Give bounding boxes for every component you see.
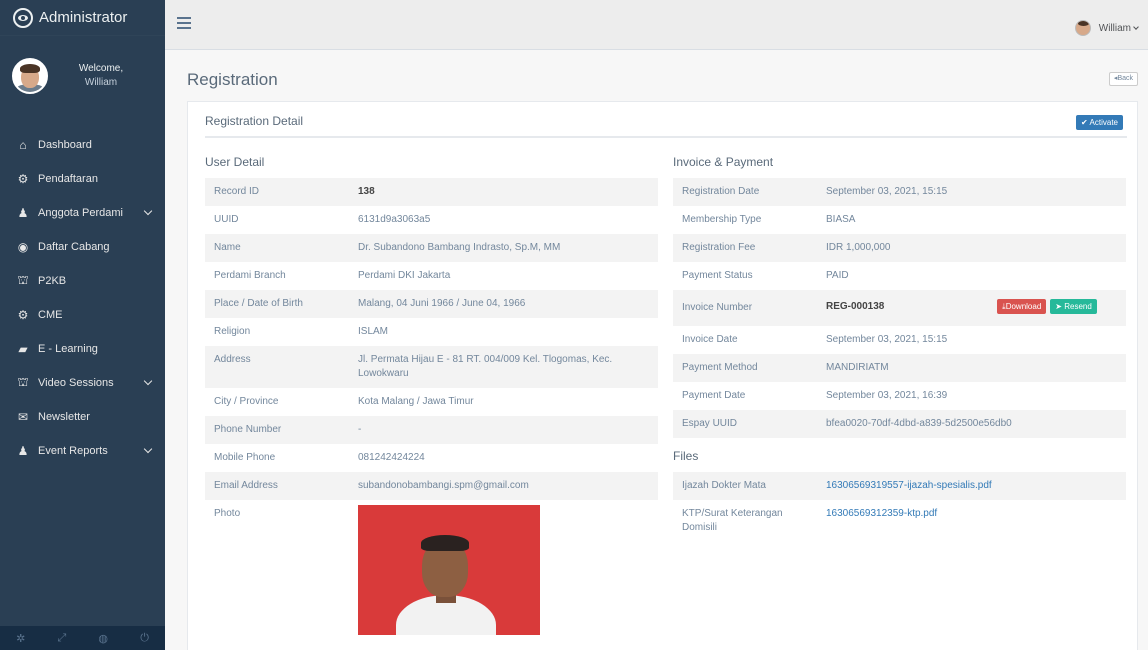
invoice-table: Registration Date September 03, 2021, 15:… xyxy=(673,178,1126,438)
sidebar-item-anggota-perdami[interactable]: ♟ Anggota Perdami xyxy=(0,196,165,230)
welcome-text: Welcome, xyxy=(78,63,124,74)
sidebar-nav: ⌂ Dashboard ⚙ Pendaftaran ♟ Anggota Perd… xyxy=(0,128,165,468)
invoice-number: REG-000138 xyxy=(826,301,885,312)
table-row: Place / Date of Birth Malang, 04 Juni 196… xyxy=(205,290,658,318)
user-icon: ♟ xyxy=(17,206,29,220)
table-row: Payment Status PAID xyxy=(682,270,849,281)
table-row: Mobile Phone 081242424224 xyxy=(214,452,425,463)
table-row: Photo xyxy=(205,500,658,642)
back-button[interactable]: ◂Back xyxy=(1108,72,1138,86)
settings-icon[interactable]: ✲ xyxy=(16,632,25,645)
sidebar-item-label: Pendaftaran xyxy=(38,173,98,185)
power-icon[interactable]: ⏻ xyxy=(140,632,149,645)
home-icon: ⌂ xyxy=(19,138,27,152)
table-row: Invoice Number REG-000138 ⤓Download ➤ Res… xyxy=(673,290,1126,326)
sidebar-item-dashboard[interactable]: ⌂ Dashboard xyxy=(0,128,165,162)
user-detail-table: Record ID 138 UUID 6131d9a3063a5 Name Dr. S… xyxy=(205,178,658,642)
eye-icon xyxy=(13,7,33,28)
menu-toggle-icon[interactable] xyxy=(177,17,191,29)
sidebar-item-event-reports[interactable]: ♟ Event Reports xyxy=(0,434,165,468)
section-title: User Detail xyxy=(205,155,265,169)
page-title: Registration xyxy=(187,70,278,89)
globe-icon: ◉ xyxy=(17,240,29,254)
sidebar-item-label: Anggota Perdami xyxy=(38,207,123,219)
resend-button[interactable]: ➤ Resend xyxy=(1050,299,1097,314)
table-row: Record ID 138 xyxy=(205,178,658,206)
envelope-icon: ✉ xyxy=(17,410,29,424)
table-row: Address Jl. Permata Hijau E - 81 RT. 004/… xyxy=(205,346,658,388)
sidebar-item-label: Event Reports xyxy=(38,445,108,457)
sidebar-item-video-sessions[interactable]: ⛫ Video Sessions xyxy=(0,366,165,400)
table-row: Registration Date September 03, 2021, 15:… xyxy=(673,178,1126,206)
sidebar-item-label: Daftar Cabang xyxy=(38,241,110,253)
sidebar-item-label: Dashboard xyxy=(38,139,92,151)
table-row: Payment Method MANDIRIATM xyxy=(673,354,1126,382)
table-row: Payment Date September 03, 2021, 16:39 xyxy=(682,390,948,401)
gears-icon: ⚙ xyxy=(17,172,29,186)
gears-icon: ⚙ xyxy=(17,308,29,322)
chevron-down-icon xyxy=(1133,24,1139,30)
user-menu[interactable]: William xyxy=(1074,20,1139,36)
sidebar-item-label: E - Learning xyxy=(38,343,98,355)
sidebar-item-label: CME xyxy=(38,309,63,321)
panel-title: Registration Detail xyxy=(205,114,304,128)
chevron-down-icon xyxy=(143,206,153,216)
table-row: City / Province Kota Malang / Jawa Timur xyxy=(214,396,474,407)
table-row: UUID 6131d9a3063a5 xyxy=(214,214,431,225)
table-row: Phone Number - xyxy=(205,416,658,444)
table-row: KTP/Surat Keterangan Domisili 16306569312… xyxy=(682,508,938,533)
table-row: Espay UUID bfea0020-70df-4dbd-a839-5d2500… xyxy=(673,410,1126,438)
file-link[interactable]: 16306569312359-ktp.pdf xyxy=(826,508,937,519)
user-icon: ♟ xyxy=(17,444,29,458)
sidebar-item-cme[interactable]: ⚙ CME xyxy=(0,298,165,332)
table-row: Perdami Branch Perdami DKI Jakarta xyxy=(214,270,451,281)
invoice-section: Invoice & Payment Registration Date Septe… xyxy=(673,154,1126,542)
institution-icon: ⛫ xyxy=(17,273,29,287)
fullscreen-icon[interactable]: ⤢ xyxy=(57,632,66,645)
chevron-down-icon xyxy=(143,376,153,386)
user-name: William xyxy=(1098,22,1131,34)
sidebar-item-label: P2KB xyxy=(38,275,67,287)
section-title: Invoice & Payment xyxy=(673,155,774,169)
sidebar-item-e-learning[interactable]: ▰ E - Learning xyxy=(0,332,165,366)
sidebar-footer: ✲ ⤢ ◍ ⏻ xyxy=(0,626,165,650)
sidebar-item-p2kb[interactable]: ⛫ P2KB xyxy=(0,264,165,298)
topbar: William xyxy=(165,0,1148,50)
table-row: Ijazah Dokter Mata 16306569319557-ijazah-… xyxy=(673,472,1126,500)
avatar xyxy=(1074,20,1091,36)
chevron-down-icon xyxy=(143,444,153,454)
sidebar-item-pendaftaran[interactable]: ⚙ Pendaftaran xyxy=(0,162,165,196)
table-row: Registration Fee IDR 1,000,000 xyxy=(673,234,1126,262)
user-detail-section: User Detail Record ID 138 UUID 6131d9a3063… xyxy=(205,154,658,642)
sidebar-item-daftar-cabang[interactable]: ◉ Daftar Cabang xyxy=(0,230,165,264)
sidebar-item-label: Newsletter xyxy=(38,411,90,423)
file-link[interactable]: 16306569319557-ijazah-spesialis.pdf xyxy=(826,480,992,491)
profile-name: William xyxy=(84,77,118,88)
brand[interactable]: Administrator xyxy=(0,0,165,36)
user-photo xyxy=(358,505,540,635)
book-icon: ▰ xyxy=(18,342,28,356)
activate-button[interactable]: ✔ Activate xyxy=(1076,115,1123,130)
brand-title: Administrator xyxy=(39,9,128,26)
avatar xyxy=(12,58,48,94)
files-table: Ijazah Dokter Mata 16306569319557-ijazah-… xyxy=(673,472,1126,542)
sidebar: Administrator Welcome, William ⌂ Dashboa… xyxy=(0,0,165,650)
sidebar-item-label: Video Sessions xyxy=(38,377,114,389)
institution-icon: ⛫ xyxy=(17,375,29,389)
profile: Welcome, William xyxy=(0,36,165,116)
table-row: Membership Type BIASA xyxy=(682,214,856,225)
registration-detail-panel: Registration Detail ✔ Activate User Deta… xyxy=(187,101,1138,650)
panel-header: Registration Detail ✔ Activate xyxy=(205,102,1127,138)
table-row: Invoice Date September 03, 2021, 15:15 xyxy=(682,334,948,345)
table-row: Email Address subandonobambangi.spm@gmail… xyxy=(205,472,658,500)
section-title: Files xyxy=(673,449,699,463)
lock-icon[interactable]: ◍ xyxy=(98,632,108,645)
sidebar-item-newsletter[interactable]: ✉ Newsletter xyxy=(0,400,165,434)
table-row: Religion ISLAM xyxy=(214,326,389,337)
table-row: Name Dr. Subandono Bambang Indrasto, Sp.M… xyxy=(205,234,658,262)
download-button[interactable]: ⤓Download xyxy=(997,299,1047,314)
